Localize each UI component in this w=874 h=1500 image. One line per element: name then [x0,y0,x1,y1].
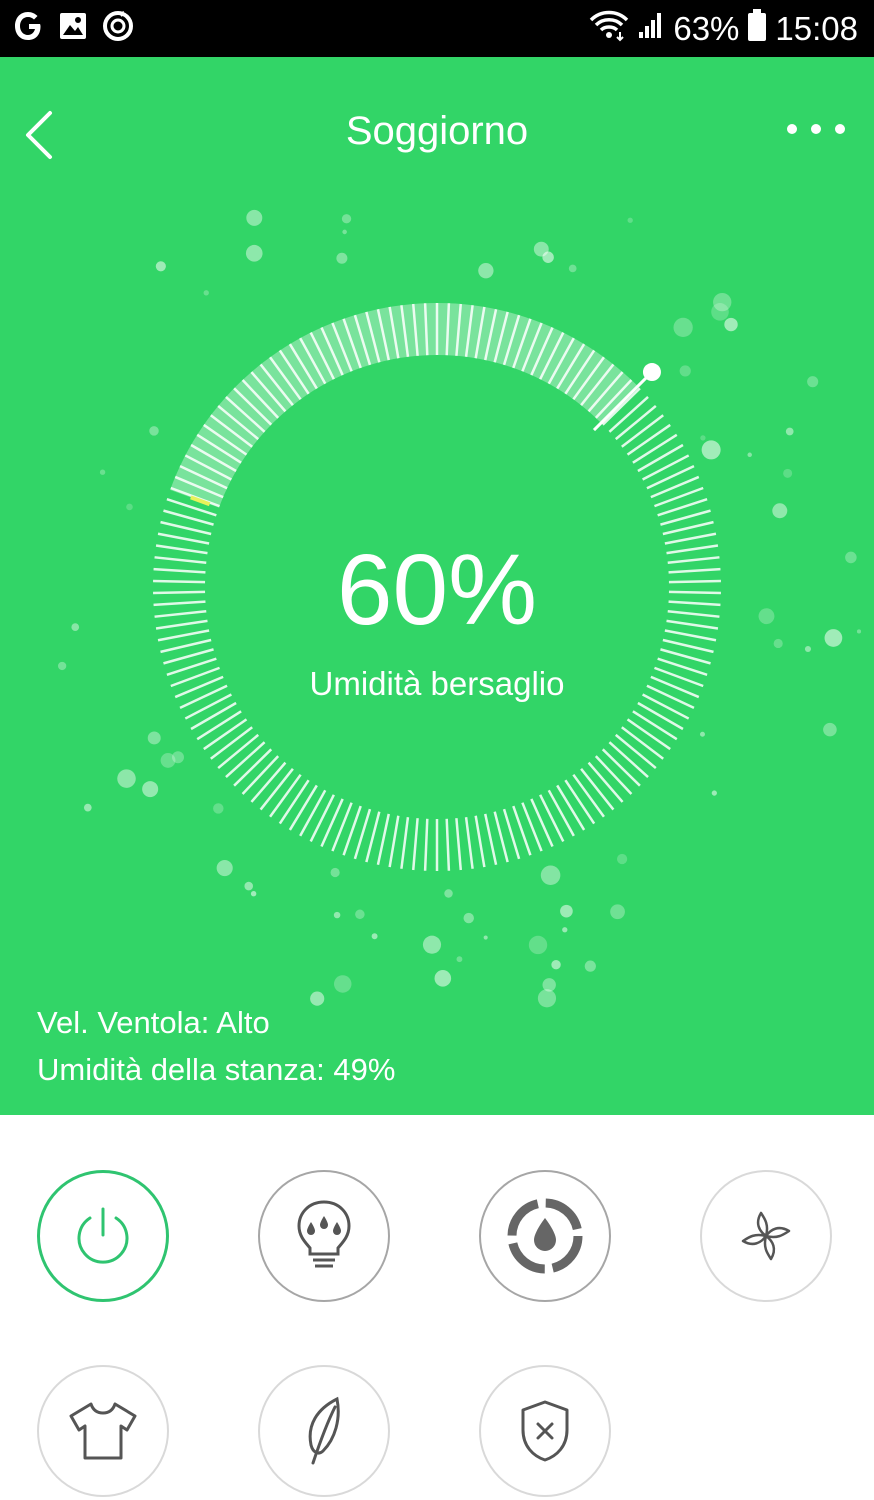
top-bar: Soggiorno [0,57,874,207]
status-bar: 63% 15:08 [0,0,874,57]
page-title: Soggiorno [345,109,529,153]
wifi-icon [589,8,629,50]
fan-button[interactable] [700,1170,832,1302]
clothes-dry-icon [69,1402,137,1460]
dial-handle-knob[interactable] [642,363,661,382]
fan-icon [741,1211,791,1261]
signal-icon [637,10,665,48]
target-humidity-label: Umidità bersaglio [309,665,565,702]
power-icon [77,1207,129,1264]
light-button[interactable] [258,1170,390,1302]
humidity-mode-icon [507,1198,583,1274]
room-humidity-text: Umidità della stanza: 49% [37,1052,396,1087]
battery-percent: 63% [673,9,740,47]
google-icon [12,8,44,49]
light-bulb-icon [297,1200,351,1268]
status-bar-notifications [12,8,134,48]
filter-button[interactable] [479,1365,611,1497]
more-dots-icon [787,124,845,134]
image-icon [58,11,88,46]
more-button[interactable] [782,112,852,152]
power-button[interactable] [37,1170,169,1302]
leaf-eco-icon [308,1396,340,1465]
dry-clothes-button[interactable] [37,1365,169,1497]
shield-filter-icon [521,1400,569,1462]
sync-icon [102,10,134,47]
clock: 15:08 [775,9,858,47]
eco-button[interactable] [258,1365,390,1497]
humidity-mode-button[interactable] [479,1170,611,1302]
battery-icon [747,8,767,50]
fan-speed-text: Vel. Ventola: Alto [37,1005,270,1040]
target-humidity-value: 60% [336,534,538,646]
status-bar-system: 63% 15:08 [589,0,858,57]
